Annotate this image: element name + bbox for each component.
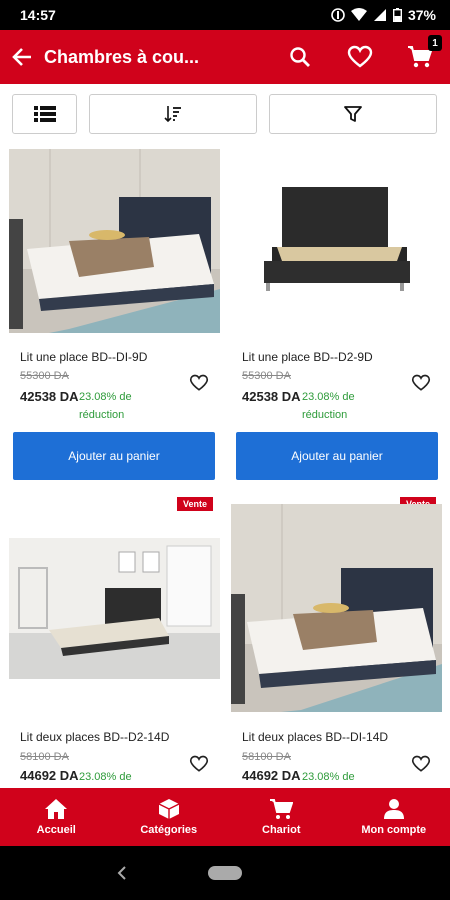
product-name[interactable]: Lit deux places BD--DI-14D — [242, 730, 388, 744]
heart-icon — [347, 45, 373, 68]
nav-home-label: Accueil — [36, 824, 76, 836]
system-home-pill[interactable] — [208, 866, 242, 880]
old-price: 58100 DA — [20, 751, 69, 763]
old-price: 58100 DA — [242, 751, 291, 763]
cart-icon — [270, 799, 294, 819]
price: 42538 DA — [20, 389, 79, 404]
page-title: Chambres à cou... — [44, 46, 200, 67]
battery-percent: 37% — [407, 7, 436, 23]
sale-badge: Vente — [177, 497, 214, 511]
wifi-icon — [350, 8, 367, 21]
add-to-cart-button[interactable]: Ajouter au panier — [13, 432, 215, 480]
search-icon — [290, 47, 310, 67]
search-button[interactable] — [270, 30, 330, 84]
account-icon — [383, 799, 404, 819]
status-time: 14:57 — [20, 7, 56, 23]
filter-icon — [344, 106, 362, 122]
battery-icon — [392, 8, 402, 22]
view-toggle-button[interactable] — [12, 94, 77, 134]
status-icons: 37% — [331, 7, 436, 23]
product-name[interactable]: Lit deux places BD--D2-14D — [20, 730, 169, 744]
heart-outline-icon — [411, 374, 431, 391]
discount-label: 23.08% de — [302, 771, 355, 783]
wishlist-toggle[interactable] — [186, 751, 212, 777]
signal-icon — [373, 9, 386, 21]
bed-photo — [9, 149, 220, 333]
nav-cart-label: Chariot — [262, 824, 301, 836]
old-price: 55300 DA — [20, 370, 69, 382]
product-image[interactable] — [231, 504, 442, 712]
system-back-icon[interactable] — [116, 865, 128, 881]
dnd-icon — [331, 8, 345, 22]
bed-photo — [9, 538, 220, 679]
nav-cart[interactable]: Chariot — [225, 788, 338, 846]
nav-categories[interactable]: Catégories — [113, 788, 226, 846]
nav-account-label: Mon compte — [361, 824, 427, 836]
old-price: 55300 DA — [242, 370, 291, 382]
cart-count-badge: 1 — [428, 35, 442, 51]
discount-label: 23.08% de — [79, 771, 132, 783]
filter-button[interactable] — [269, 94, 437, 134]
heart-outline-icon — [189, 755, 209, 772]
wishlist-button[interactable] — [330, 30, 390, 84]
sort-button[interactable] — [89, 94, 257, 134]
product-name[interactable]: Lit une place BD--D2-9D — [242, 350, 373, 364]
back-arrow-icon — [12, 48, 31, 66]
bed-photo — [264, 187, 410, 291]
list-toolbar — [12, 94, 439, 134]
bed-photo — [231, 504, 442, 712]
heart-outline-icon — [411, 755, 431, 772]
wishlist-toggle[interactable] — [186, 370, 212, 396]
nav-categories-label: Catégories — [140, 824, 198, 836]
discount-label: 23.08% de réduction — [79, 391, 132, 421]
price: 42538 DA — [242, 389, 301, 404]
system-nav-bar — [0, 846, 450, 900]
app-bar: Chambres à cou... 1 — [0, 30, 450, 84]
product-image[interactable] — [232, 149, 442, 333]
status-bar: 14:57 37% — [0, 0, 450, 30]
cart-button[interactable]: 1 — [390, 30, 450, 84]
product-image[interactable] — [9, 149, 220, 333]
product-grid: Lit une place BD--DI-9D 55300 DA 42538 D… — [0, 140, 450, 788]
add-to-cart-button[interactable]: Ajouter au panier — [236, 432, 438, 480]
heart-outline-icon — [189, 374, 209, 391]
sort-icon — [164, 106, 181, 123]
product-name[interactable]: Lit une place BD--DI-9D — [20, 350, 147, 364]
discount-label: 23.08% de réduction — [302, 391, 355, 421]
app-actions: 1 — [270, 30, 450, 84]
wishlist-toggle[interactable] — [408, 370, 434, 396]
list-view-icon — [33, 106, 56, 122]
bottom-nav: Accueil Catégories Chariot Mon compte — [0, 788, 450, 846]
price: 44692 DA — [242, 768, 301, 783]
wishlist-toggle[interactable] — [408, 751, 434, 777]
price: 44692 DA — [20, 768, 79, 783]
home-icon — [45, 799, 68, 819]
nav-account[interactable]: Mon compte — [338, 788, 450, 846]
nav-home[interactable]: Accueil — [0, 788, 113, 846]
categories-icon — [158, 799, 180, 819]
back-button[interactable] — [0, 30, 44, 84]
product-image[interactable] — [9, 538, 220, 679]
